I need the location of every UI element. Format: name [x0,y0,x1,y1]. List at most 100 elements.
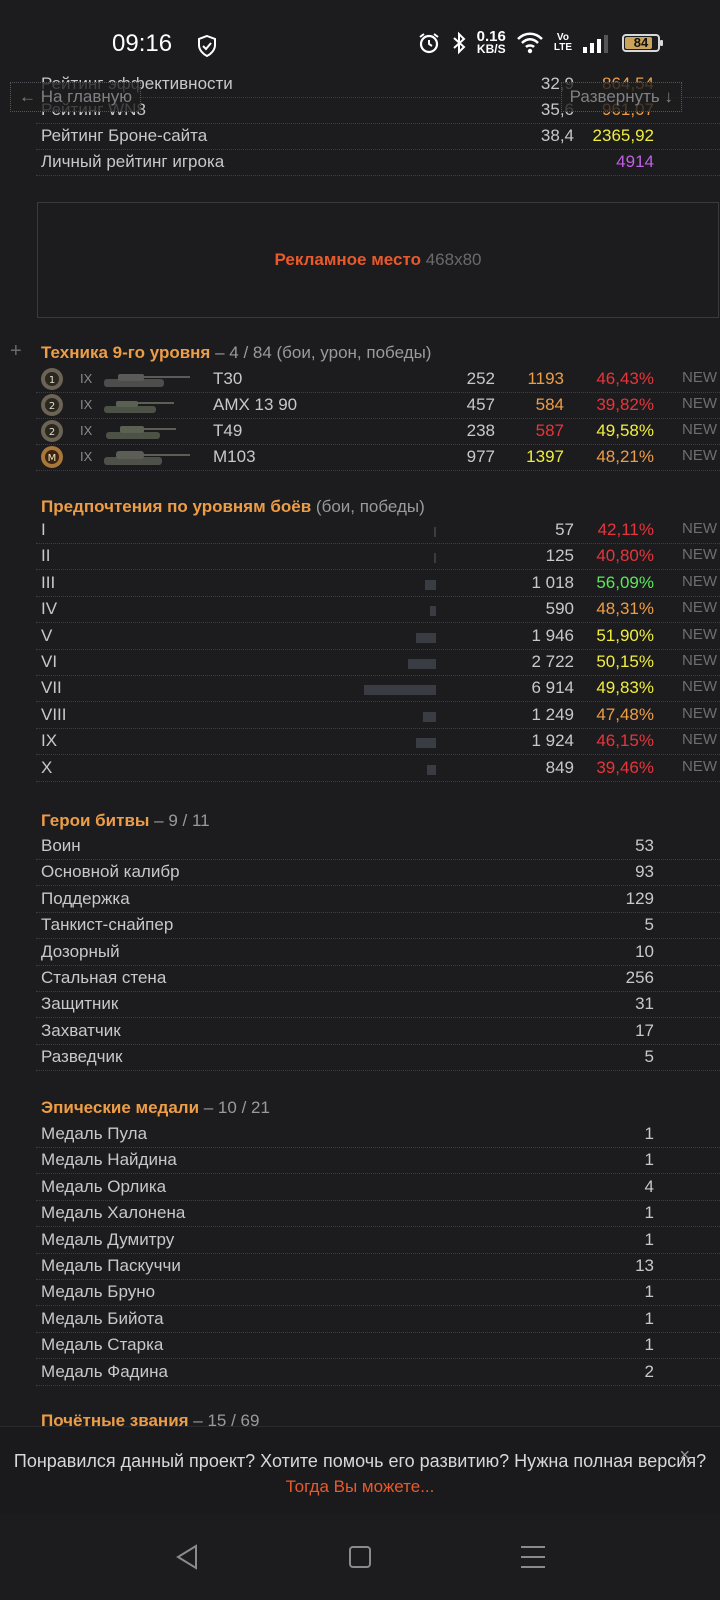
hero-row-value: 5 [644,915,654,935]
mastery-class-1-icon: 1 [41,368,63,390]
section-title-text: Предпочтения по уровням боёв [41,497,312,516]
support-question: Понравился данный проект? Хотите помочь … [13,1451,707,1471]
epic-medal-row-value: 1 [644,1124,654,1143]
hero-row-value: 256 [625,968,654,987]
hero-row-value: 5 [644,1047,654,1067]
level-battles: 849 [545,757,574,777]
status-bar: 09:16 0.16 KB/S Vo LTE 84 [0,0,720,72]
epic-medal-row: Медаль Старка 1 [36,1333,720,1360]
support-link[interactable]: Тогда Вы можете... [0,1477,720,1497]
home-square-icon[interactable] [345,1542,375,1572]
tank-silhouette-icon [106,426,176,439]
epic-medal-row-label: Медаль Фадина [41,1361,168,1381]
epic-medal-row-value: 1 [644,1150,654,1170]
rating-label: Личный рейтинг игрока [41,152,225,171]
new-badge: NEW [682,757,717,775]
hero-row: Основной калибр 93 [36,860,720,887]
level-row: III 1 018 56,09% NEW [36,571,720,597]
mastery-label: 1 [49,375,55,386]
ad-title: Рекламное место [274,250,421,269]
hero-row-value: 129 [625,888,654,908]
epic-medal-row-value: 4 [644,1176,654,1196]
level-share-bar [364,685,436,696]
hero-row-label: Разведчик [41,1047,123,1067]
tank-battles: 252 [466,369,495,388]
wifi-icon [516,32,543,53]
epic-medal-row-label: Медаль Думитру [41,1229,175,1249]
level-row: V 1 946 51,90% NEW [36,624,720,650]
level-battles: 590 [545,599,574,619]
level-winrate: 48,31% [596,599,654,619]
section-title-text: Герои битвы [41,811,150,830]
new-badge: NEW [682,546,717,564]
ad-placeholder[interactable]: Рекламное место 468x80 [37,202,719,318]
hero-row-value: 17 [635,1020,654,1040]
tank-tier: IX [80,423,93,438]
mastery-label: 2 [49,427,55,438]
back-to-main-button[interactable]: ← На главную [10,82,142,112]
mastery-class-2-icon: 2 [41,420,63,442]
volte-indicator: Vo LTE [553,31,572,53]
mastery-label: 2 [49,401,55,412]
expand-button[interactable]: Развернуть ↓ [560,82,682,112]
epic-medal-row: Медаль Бийота 1 [36,1307,720,1333]
recents-menu-icon[interactable] [518,1542,548,1572]
hero-row: Воин 53 [36,834,720,860]
level-row: II 125 40,80% NEW [36,544,720,571]
back-triangle-icon[interactable] [172,1542,202,1572]
rating-score: 2365,92 [592,126,654,145]
epic-medal-row-label: Медаль Паскуччи [41,1256,181,1275]
tank-row[interactable]: M IX M103 977 1397 48,21% NEW [36,445,720,471]
rating-score: 4914 [616,152,654,171]
hero-row-label: Воин [41,836,81,855]
shield-check-icon [198,34,216,58]
expand-plus-icon[interactable]: + [10,340,22,363]
level-label: VII [41,678,62,698]
new-badge: NEW [682,421,717,438]
epic-medal-row-label: Медаль Пула [41,1124,148,1143]
tank-tier: IX [80,449,93,464]
hero-row-label: Защитник [41,994,119,1014]
tank-row[interactable]: 1 IX T30 252 1193 46,43% NEW [36,367,720,393]
level-battles: 1 018 [531,572,574,592]
mastery-ace-icon: M [41,446,63,468]
section-subtitle: – 9 / 11 [149,811,210,830]
tank-damage: 1397 [526,447,564,466]
tank-damage: 1193 [527,369,564,388]
hero-row-label: Дозорный [41,941,120,961]
tank-damage: 587 [535,421,564,440]
section-subtitle: (бои, победы) [311,497,425,516]
level-label: III [41,572,56,592]
tank-silhouette-icon [104,374,190,387]
tank-row[interactable]: 2 IX AMX 13 90 457 584 39,82% NEW [36,393,720,419]
tank-winrate: 48,21% [596,447,654,466]
epic-medal-row-value: 13 [635,1256,654,1275]
level-label: V [41,625,53,645]
tank-tier: IX [80,397,93,412]
level-winrate: 49,83% [596,678,654,698]
ad-size: 468x80 [425,250,482,269]
system-nav-bar [0,1514,720,1600]
tank-winrate: 49,58% [596,421,654,440]
hero-row-label: Захватчик [41,1020,121,1040]
tank-name: T30 [213,369,243,388]
rating-row: Рейтинг Броне-сайта 38,4 2365,92 [36,124,720,150]
epic-medal-row-label: Медаль Орлика [41,1176,167,1196]
tank-row[interactable]: 2 IX T49 238 587 49,58% NEW [36,419,720,445]
new-badge: NEW [682,625,717,643]
tank-winrate: 39,82% [596,395,654,414]
level-share-bar [430,606,436,617]
level-share-bar [408,659,436,669]
new-badge: NEW [682,731,717,749]
close-icon[interactable]: × [679,1445,690,1466]
section-subtitle: – 4 / 84 (бои, урон, победы) [210,343,432,362]
level-share-bar [416,738,436,749]
epic-medal-row-label: Медаль Халонена [41,1203,186,1223]
bluetooth-icon [452,31,466,54]
alarm-icon [419,32,439,53]
level-label: VI [41,652,58,671]
level-battles: 125 [545,546,574,566]
section-subtitle: – 10 / 21 [199,1098,270,1117]
level-share-bar [427,764,436,775]
level-winrate: 51,90% [596,625,654,645]
